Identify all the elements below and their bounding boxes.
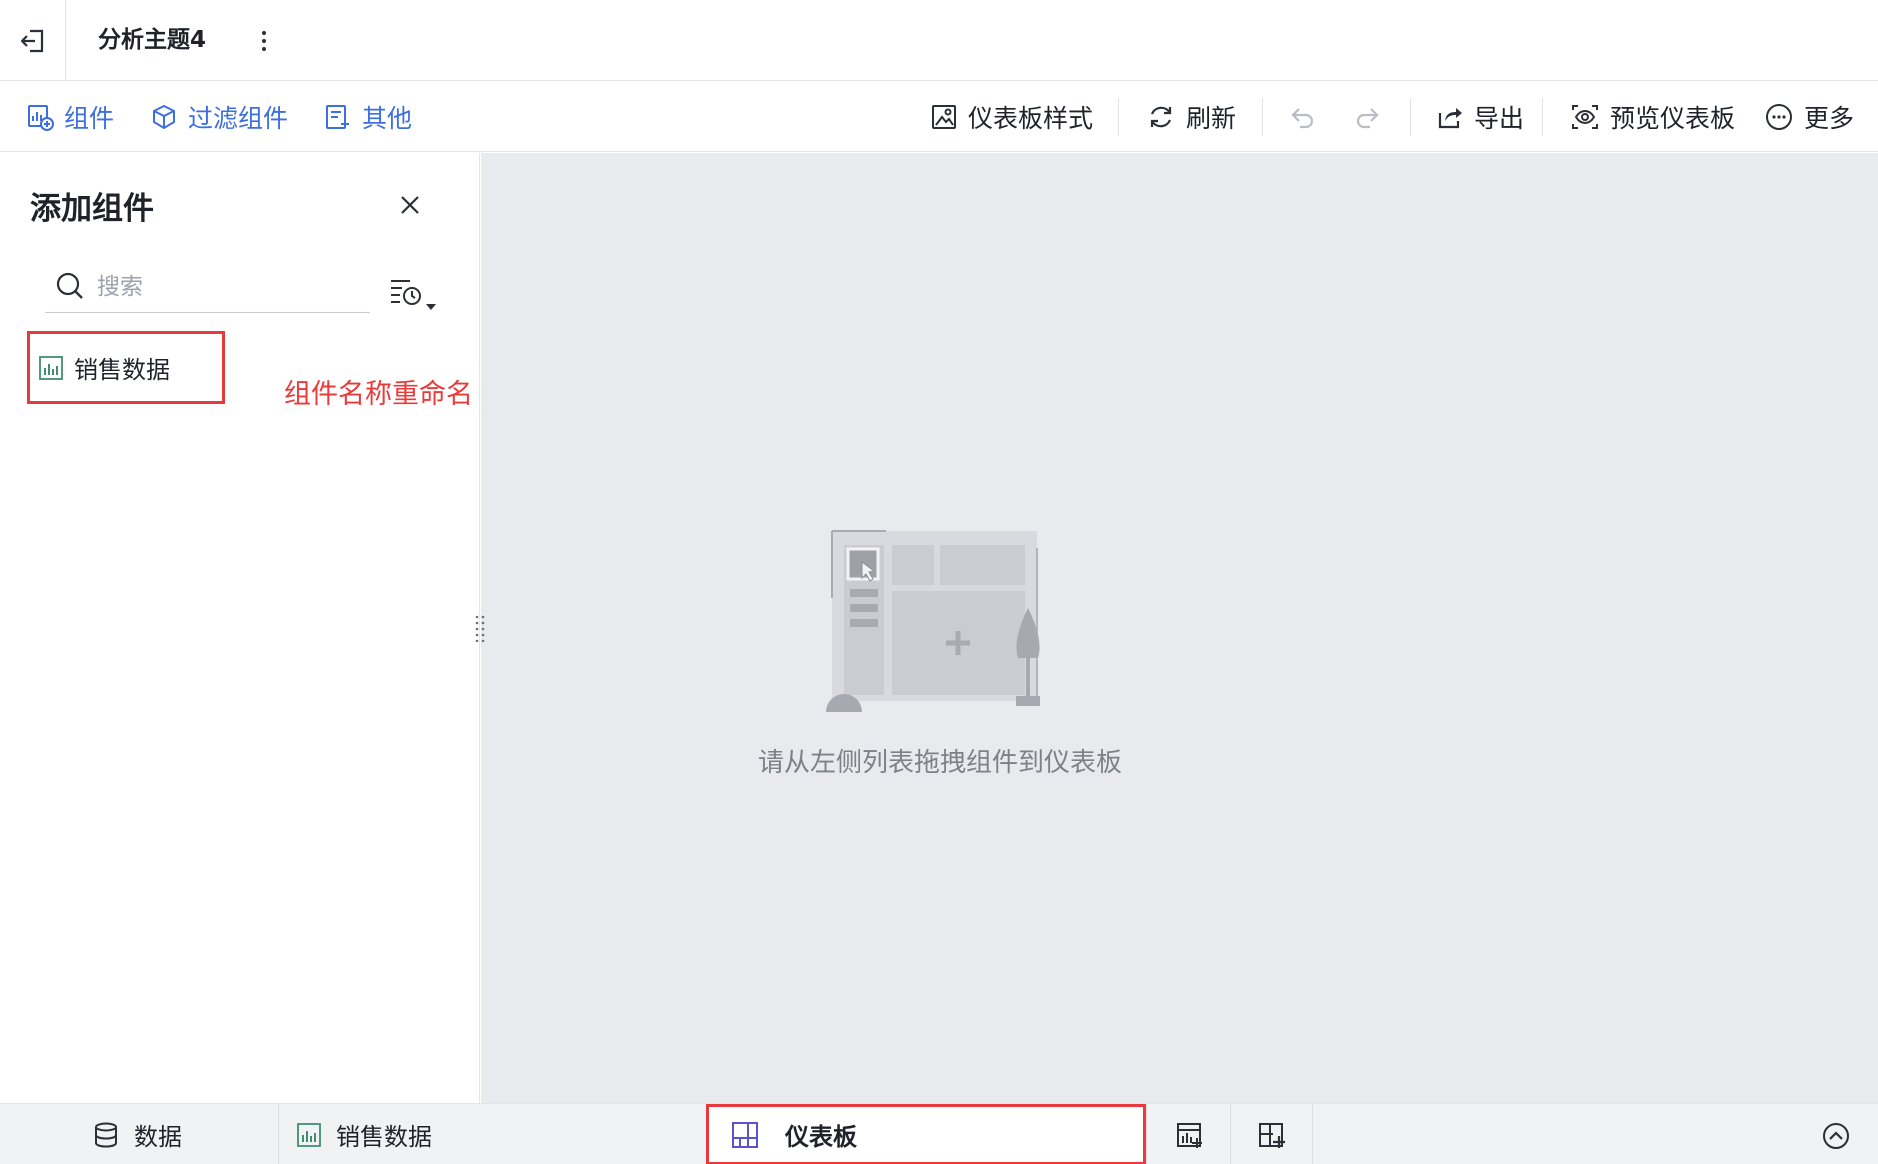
other-button[interactable]: 其他 [324,82,412,152]
tab-divider [1146,1104,1147,1164]
tab-dashboard-label: 仪表板 [785,1123,857,1151]
component-item-sales-data[interactable]: 销售数据 [27,331,225,404]
undo-button[interactable] [1288,82,1318,152]
preview-label: 预览仪表板 [1610,104,1736,133]
vertical-dots-icon [262,31,266,51]
close-icon [401,196,419,214]
toolbar: 组件 过滤组件 其他 仪表板样式 刷新 导出 预览仪表板 更多 [0,82,1878,152]
toolbar-divider [1542,98,1543,136]
rename-annotation: 组件名称重命名 [284,379,473,410]
add-dashboard-tab-button[interactable] [1252,1116,1292,1156]
tab-data[interactable]: 数据 [92,1104,182,1164]
dashboard-canvas[interactable] [481,153,1878,1103]
dashboard-style-button[interactable]: 仪表板样式 [930,82,1093,152]
page-title: 分析主题4 [98,27,207,53]
title-menu-button[interactable] [254,26,274,56]
toolbar-divider [1262,98,1263,136]
collapse-toggle-button[interactable] [1816,1116,1856,1156]
tab-sales-data-label: 销售数据 [336,1123,432,1151]
sort-dropdown[interactable] [388,275,440,315]
export-icon [1438,108,1462,129]
panel-title: 添加组件 [30,191,154,227]
sort-time-icon [391,280,436,310]
tab-divider [1312,1104,1313,1164]
tab-sales-data[interactable]: 销售数据 [296,1104,432,1164]
search-icon [56,272,83,299]
database-icon [95,1122,117,1148]
exit-button[interactable] [0,0,66,81]
tab-data-label: 数据 [134,1123,182,1151]
bottom-tab-bar: 数据 销售数据 仪表板 [0,1103,1878,1164]
add-chart-tab-button[interactable] [1170,1116,1210,1156]
empty-state-icon [826,530,1040,712]
bar-chart-icon [297,1122,321,1147]
preview-eye-icon [1572,105,1598,129]
tab-divider [1230,1104,1231,1164]
drag-handle-icon [475,615,485,643]
other-doc-icon [326,105,349,129]
toolbar-divider [1410,98,1411,136]
panel-resize-handle[interactable] [474,614,486,643]
add-dashboard-icon [1259,1123,1285,1148]
add-chart-icon [1177,1123,1202,1148]
refresh-icon [1150,106,1172,128]
exit-icon [20,29,43,52]
more-button[interactable]: 更多 [1764,82,1854,152]
dashboard-style-label: 仪表板样式 [968,104,1094,133]
search-box [45,263,370,313]
chevron-up-circle-icon [1823,1123,1849,1149]
refresh-button[interactable]: 刷新 [1146,82,1236,152]
filter-component-button[interactable]: 过滤组件 [150,82,288,152]
tab-divider [278,1104,279,1164]
bar-chart-icon [39,355,63,380]
empty-state-text: 请从左侧列表拖拽组件到仪表板 [757,748,1122,778]
export-button[interactable]: 导出 [1436,82,1524,152]
toolbar-divider [1118,98,1119,136]
component-item-label: 销售数据 [74,356,170,384]
add-component-panel: 添加组件 销售数据 组件名称重命名 [0,153,480,1103]
redo-button[interactable] [1352,82,1382,152]
redo-icon [1356,108,1379,129]
component-label: 组件 [64,104,115,133]
component-button[interactable]: 组件 [26,82,114,152]
more-circle-icon [1766,104,1792,130]
add-component-icon [28,105,54,131]
dashboard-icon [732,1121,758,1148]
empty-dashboard-illustration [822,528,1058,716]
tab-dashboard[interactable]: 仪表板 [706,1104,1146,1164]
filter-component-label: 过滤组件 [188,104,289,133]
undo-icon [1291,108,1314,129]
search-input[interactable] [97,269,357,305]
close-panel-button[interactable] [396,191,424,219]
more-label: 更多 [1804,104,1855,133]
style-icon [932,105,956,129]
preview-dashboard-button[interactable]: 预览仪表板 [1570,82,1735,152]
top-bar: 分析主题4 [0,0,1878,81]
export-label: 导出 [1474,104,1525,133]
filter-cube-icon [153,105,175,129]
refresh-label: 刷新 [1186,104,1237,133]
other-label: 其他 [362,104,413,133]
